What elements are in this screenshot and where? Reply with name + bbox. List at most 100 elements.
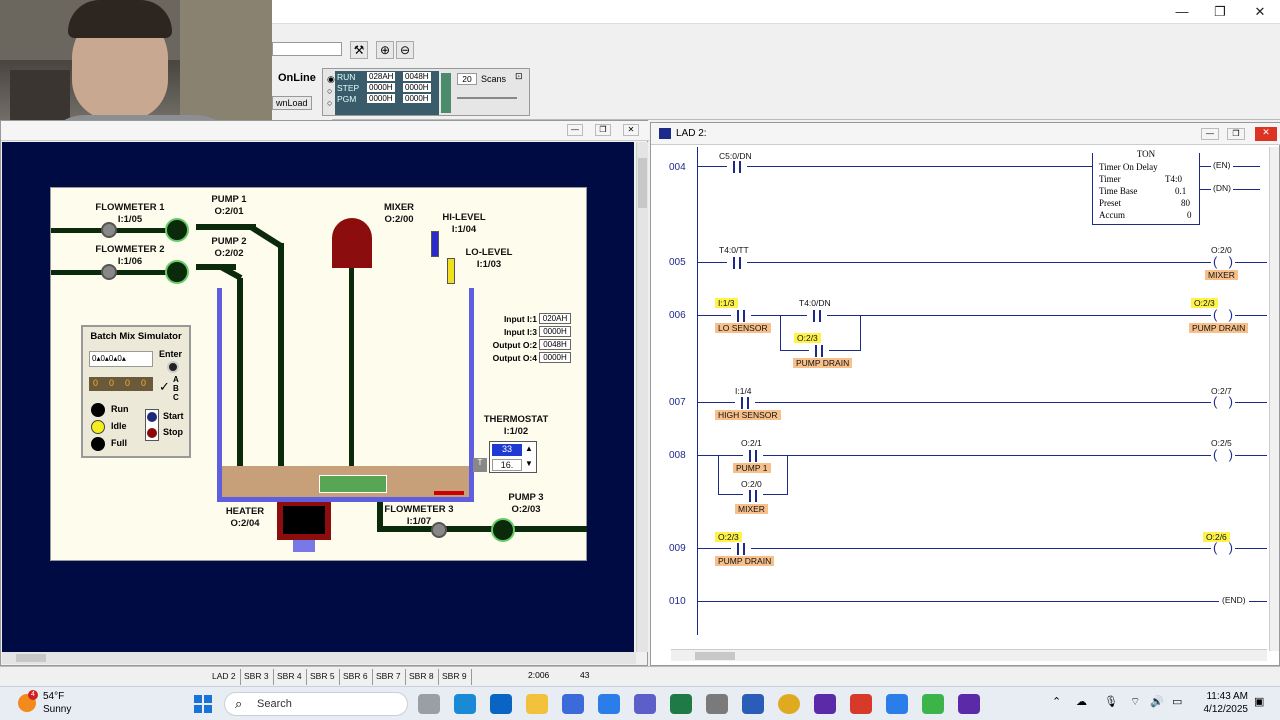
tab-sbr8[interactable]: SBR 8 (405, 669, 439, 685)
thermostat-down-icon[interactable]: ▼ (525, 459, 533, 468)
weather-desc[interactable]: Sunny (43, 704, 71, 715)
task-view-icon[interactable] (418, 694, 440, 714)
c5dn-contact[interactable] (727, 161, 747, 173)
mixer-branch-contact[interactable] (743, 490, 763, 502)
high-sensor-contact[interactable] (735, 397, 755, 409)
tab-sbr3[interactable]: SBR 3 (240, 669, 274, 685)
stop-button[interactable] (147, 428, 157, 438)
ladder-close-button[interactable]: ✕ (1255, 127, 1277, 141)
o23-r9-address: O:2/3 (715, 532, 742, 542)
run-radio[interactable]: ◉ (327, 73, 335, 85)
pump-drain-branch-contact[interactable] (809, 345, 829, 357)
plc-app-icon[interactable] (922, 694, 944, 714)
app-icon[interactable] (634, 694, 656, 714)
tray-chevron-icon[interactable]: ⌃ (1052, 695, 1061, 708)
volume-icon[interactable]: 🔊 (1150, 695, 1164, 708)
tab-sbr6[interactable]: SBR 6 (339, 669, 373, 685)
clock-time[interactable]: 11:43 AM (1198, 691, 1248, 702)
zoom-in-icon[interactable]: ⊕ (376, 41, 394, 59)
rung-004[interactable]: 004 (669, 162, 686, 173)
address-combo[interactable] (272, 42, 342, 56)
mixer-coil[interactable] (1211, 254, 1235, 269)
tab-lad2[interactable]: LAD 2 (208, 669, 241, 685)
tab-sbr7[interactable]: SBR 7 (372, 669, 406, 685)
pump-drain-r9-contact[interactable] (731, 543, 751, 555)
minimize-button[interactable]: — (1164, 3, 1200, 21)
pump-drain-coil[interactable] (1211, 307, 1235, 322)
t4tt-contact[interactable] (727, 257, 747, 269)
ladder-hscroll-thumb[interactable] (695, 652, 735, 660)
weather-temp[interactable]: 54°F (43, 691, 64, 702)
step-radio[interactable]: ○ (327, 85, 332, 97)
pin-icon[interactable]: ⊡ (515, 71, 523, 82)
sim-horizontal-scrollbar[interactable] (2, 652, 636, 664)
rung-005[interactable]: 005 (669, 257, 686, 268)
calculator-icon[interactable] (706, 694, 728, 714)
start-button[interactable] (147, 412, 157, 422)
sim-vertical-scrollbar[interactable] (636, 142, 648, 652)
notepad-icon[interactable] (598, 694, 620, 714)
sim-minimize-button[interactable]: — (567, 124, 583, 136)
recorder-icon[interactable] (958, 694, 980, 714)
purple-app-icon[interactable] (814, 694, 836, 714)
battery-icon[interactable]: ▭ (1172, 695, 1182, 708)
store-icon[interactable] (562, 694, 584, 714)
maximize-button[interactable]: ❐ (1202, 3, 1238, 21)
edge-icon[interactable] (454, 694, 476, 714)
ton-row-3-label: Accum (1099, 210, 1125, 220)
start-windows-icon[interactable] (194, 695, 212, 713)
download-button[interactable]: wnLoad (272, 96, 312, 110)
tools-icon[interactable]: ⚒ (350, 41, 368, 59)
rung-010[interactable]: 010 (669, 596, 686, 607)
outlook-icon[interactable] (490, 694, 512, 714)
microphone-icon[interactable]: 🎙 (1104, 695, 1118, 708)
thermostat-up-icon[interactable]: ▲ (525, 444, 533, 453)
batch-thumbwheel[interactable]: 0▴0▴0▴0▴ (89, 351, 153, 367)
rung-008[interactable]: 008 (669, 450, 686, 461)
scans-input[interactable]: 20 (457, 73, 477, 85)
pgm-radio[interactable]: ○ (327, 97, 332, 109)
thermostat-setpoint[interactable]: 33 (492, 444, 522, 456)
sim-scroll-thumb[interactable] (638, 158, 647, 208)
sim-close-button[interactable]: ✕ (623, 124, 639, 136)
zoom-out-icon[interactable]: ⊖ (396, 41, 414, 59)
ladder-horizontal-scrollbar[interactable] (671, 649, 1267, 661)
scan-slider[interactable] (457, 97, 517, 99)
hex-r0c0: 028AH (367, 72, 396, 81)
ladder-titlebar: LAD 2: — ❐ ✕ (651, 123, 1280, 145)
tab-sbr4[interactable]: SBR 4 (273, 669, 307, 685)
taskbar-search-box[interactable]: ⌕ Search (224, 692, 408, 716)
clock-date[interactable]: 4/12/2025 (1198, 704, 1249, 715)
abc-switch-icon[interactable]: ✓ (159, 379, 170, 395)
wifi-icon[interactable]: ⌔ (1130, 695, 1140, 709)
onedrive-icon[interactable]: ☁ (1076, 695, 1087, 708)
sim-maximize-button[interactable]: ❐ (595, 124, 611, 136)
rung-009[interactable]: 009 (669, 543, 686, 554)
lo-sensor-contact[interactable] (731, 310, 751, 322)
ladder-vertical-scrollbar[interactable] (1269, 147, 1279, 651)
tab-sbr5[interactable]: SBR 5 (306, 669, 340, 685)
io-label-0: Input I:1 (503, 314, 537, 324)
o26-coil[interactable] (1211, 540, 1235, 555)
enter-button[interactable] (167, 361, 179, 373)
excel-icon[interactable] (670, 694, 692, 714)
o25-coil[interactable] (1211, 447, 1235, 462)
blue-app-icon[interactable] (886, 694, 908, 714)
close-button[interactable]: ✕ (1242, 3, 1278, 21)
chrome-icon[interactable] (778, 694, 800, 714)
colorful-app-icon[interactable] (850, 694, 872, 714)
word-icon[interactable] (742, 694, 764, 714)
ladder-minimize-button[interactable]: — (1201, 128, 1219, 140)
file-explorer-icon[interactable] (526, 694, 548, 714)
sim-hscroll-thumb[interactable] (16, 654, 46, 662)
o27-coil[interactable] (1211, 394, 1235, 409)
notification-icon[interactable]: ▣ (1254, 695, 1264, 708)
rung-007[interactable]: 007 (669, 397, 686, 408)
ton-block[interactable]: TON Timer On Delay Timer T4:0 Time Base … (1092, 149, 1200, 225)
high-sensor-tag: HIGH SENSOR (715, 410, 781, 420)
tab-sbr9[interactable]: SBR 9 (438, 669, 472, 685)
thermostat-control[interactable]: 33 16. ▲ ▼ (489, 441, 537, 473)
rung-006[interactable]: 006 (669, 310, 686, 321)
full-light-label: Full (111, 438, 127, 448)
ladder-maximize-button[interactable]: ❐ (1227, 128, 1245, 140)
